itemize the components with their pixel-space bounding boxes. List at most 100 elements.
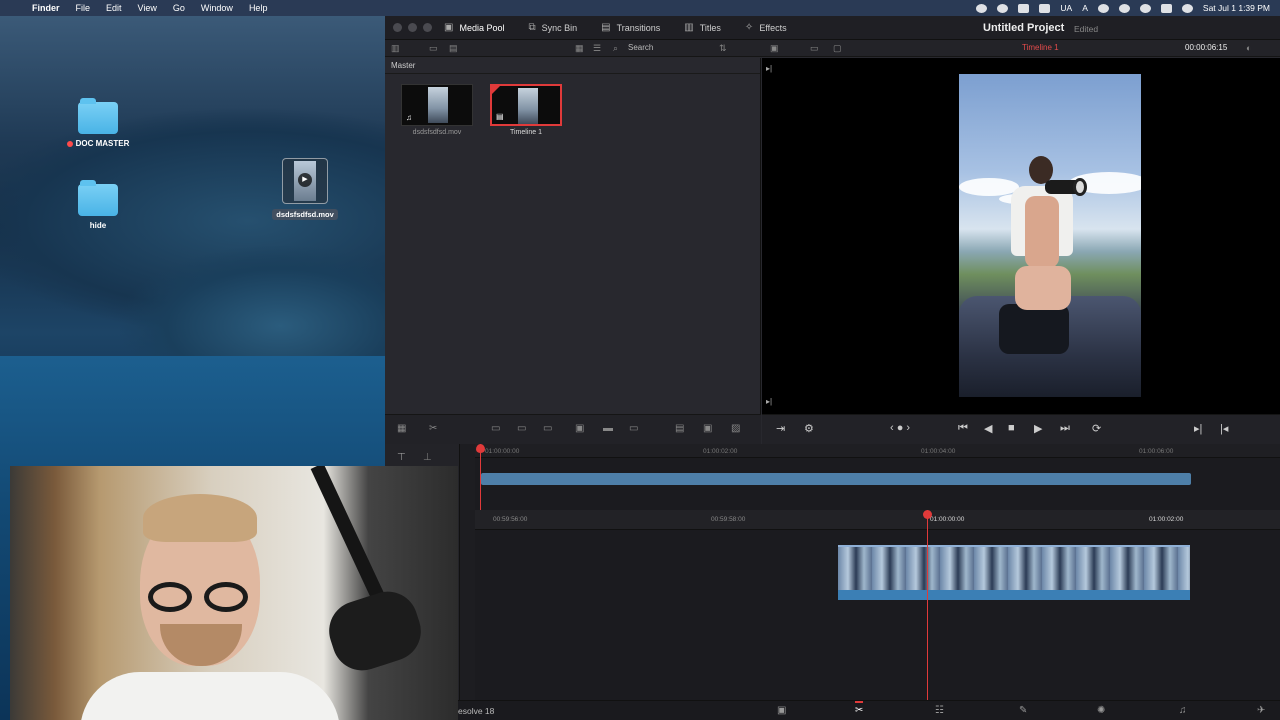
menu-view[interactable]: View — [130, 3, 165, 13]
search-icon[interactable] — [1139, 3, 1151, 13]
menubar-status-area: UA A Sat Jul 1 1:39 PM — [976, 0, 1270, 16]
mark-out-icon[interactable]: |◂ — [1220, 422, 1228, 435]
desktop-folder-hide[interactable]: hide — [53, 180, 143, 230]
dragged-video-file[interactable]: dsdsfsdfsd.mov — [272, 158, 338, 222]
diamond-icon[interactable] — [1039, 3, 1051, 13]
tab-media-pool[interactable]: ▣ Media Pool — [432, 16, 516, 40]
viewer-settings-icon[interactable]: ⚙ — [804, 422, 814, 435]
fusion-page-icon[interactable]: ✎ — [1019, 705, 1027, 716]
new-bin-icon[interactable]: ▭ — [429, 43, 438, 54]
bin-list-icon[interactable]: ▤ — [449, 43, 458, 54]
audio-note-icon: ♫ — [406, 113, 412, 122]
media-search-input[interactable]: Search — [628, 43, 653, 52]
desktop-folder-doc-master[interactable]: DOC MASTER — [53, 98, 143, 148]
ripple-overwrite-icon[interactable]: ▤ — [675, 423, 684, 434]
menubar-clock[interactable]: Sat Jul 1 1:39 PM — [1203, 3, 1270, 13]
viewer-mode-icon[interactable]: ▭ — [810, 43, 819, 54]
wifi-icon[interactable] — [1118, 3, 1130, 13]
project-title: Untitled Project — [983, 22, 1065, 34]
viewer-layout-icon[interactable]: ▣ — [770, 43, 779, 54]
place-on-top-icon[interactable]: ▬ — [603, 423, 613, 434]
sort-icon[interactable]: ⇅ — [719, 43, 727, 54]
insert-clip-icon[interactable]: ▭ — [491, 423, 500, 434]
source-overwrite-icon[interactable]: ▨ — [731, 423, 740, 434]
cut-page-icon[interactable]: ✂ — [855, 701, 864, 716]
minimize-window-button[interactable] — [408, 23, 417, 32]
close-window-button[interactable] — [393, 23, 402, 32]
jog-control-icon[interactable]: ‹ ● › — [890, 422, 910, 434]
edit-page-icon[interactable]: ☷ — [935, 705, 944, 716]
razor-icon[interactable]: ✂ — [429, 423, 437, 434]
color-page-icon[interactable]: ✺ — [1097, 705, 1105, 716]
lower-playhead[interactable] — [923, 510, 932, 700]
play-circle-icon[interactable] — [1097, 3, 1109, 13]
search-icon[interactable]: ⌕ — [613, 43, 618, 54]
clip-thumbnail: ♫ — [401, 84, 473, 126]
bin-name[interactable]: Master — [391, 61, 415, 70]
media-pool-panel: Master ♫ dsdsfsdfsd.mov ▤ Timeline 1 — [385, 58, 761, 414]
play-reverse-icon[interactable]: ◀ — [984, 422, 992, 435]
control-center-icon[interactable] — [1160, 3, 1172, 13]
menu-finder[interactable]: Finder — [24, 3, 68, 13]
timeline-viewer[interactable]: ▸| ▸| — [762, 58, 1280, 414]
microphone-shape — [321, 583, 429, 679]
go-to-start-icon[interactable]: ⏮ — [958, 422, 968, 435]
tab-effects[interactable]: ✧ Effects — [733, 16, 799, 40]
replace-clip-icon[interactable]: ▭ — [543, 423, 552, 434]
menu-edit[interactable]: Edit — [98, 3, 130, 13]
stop-icon[interactable]: ■ — [1008, 422, 1015, 434]
upper-playhead[interactable] — [476, 444, 485, 510]
loop-icon[interactable]: ⟳ — [1092, 422, 1101, 435]
zoom-window-button[interactable] — [423, 23, 432, 32]
fit-to-fill-icon[interactable]: ▣ — [575, 423, 584, 434]
lower-timeline-ruler[interactable]: 00:59:56:00 00:59:58:00 01:00:00:00 01:0… — [475, 510, 1280, 530]
siri-icon[interactable] — [1181, 3, 1193, 13]
clip-viewer-icon[interactable]: ⇥ — [776, 422, 785, 435]
video-clip-on-timeline[interactable] — [838, 545, 1190, 600]
webcam-overlay — [10, 466, 458, 720]
media-page-icon[interactable]: ▣ — [777, 705, 786, 716]
fairlight-page-icon[interactable]: ♫ — [1179, 705, 1187, 716]
track-options-icon[interactable]: ⊥ — [423, 452, 432, 463]
mark-in-icon[interactable]: ▸| — [1194, 422, 1202, 435]
media-pool-icon: ▣ — [444, 22, 454, 33]
list-view-icon[interactable]: ☰ — [593, 43, 601, 54]
menu-window[interactable]: Window — [193, 3, 241, 13]
edit-tools-bar: ▦ ✂ ▭ ▭ ▭ ▣ ▬ ▭ ▤ ▣ ▨ — [385, 414, 761, 444]
menu-file[interactable]: File — [68, 3, 99, 13]
timeline-clip[interactable]: ▤ Timeline 1 — [490, 84, 562, 136]
timeline-name-dropdown[interactable]: Timeline 1 — [1022, 43, 1059, 52]
viewer-side-arrow-icon[interactable]: ▸| — [766, 397, 772, 406]
append-icon[interactable]: ▭ — [629, 423, 638, 434]
upper-timeline-ruler[interactable]: 01:00:00:00 01:00:02:00 01:00:04:00 01:0… — [475, 444, 1280, 458]
folder-label: hide — [89, 221, 107, 230]
grid-view-icon[interactable]: ▦ — [575, 43, 584, 54]
menu-help[interactable]: Help — [241, 3, 276, 13]
timeline-options-icon[interactable]: ▦ — [397, 423, 406, 434]
presenter-hair — [143, 494, 257, 542]
display-icon[interactable] — [1018, 3, 1030, 13]
input-letter-indicator[interactable]: A — [1082, 3, 1088, 13]
tab-transitions[interactable]: ▤ Transitions — [589, 16, 672, 40]
audio-options-icon[interactable]: ◐ — [1246, 43, 1251, 53]
tab-titles[interactable]: ▥ Titles — [672, 16, 733, 40]
media-clip[interactable]: ♫ dsdsfsdfsd.mov — [401, 84, 473, 136]
viewer-side-arrow-icon[interactable]: ▸| — [766, 64, 772, 73]
go-to-end-icon[interactable]: ⏭ — [1060, 422, 1070, 435]
overwrite-clip-icon[interactable]: ▭ — [517, 423, 526, 434]
upper-timeline-clip[interactable] — [481, 473, 1191, 485]
panel-toggle-icon[interactable]: ▥ — [391, 43, 400, 54]
tab-sync-bin[interactable]: ⧉ Sync Bin — [516, 16, 589, 40]
close-up-icon[interactable]: ▣ — [703, 423, 712, 434]
chrome-icon[interactable] — [997, 3, 1009, 13]
upper-timeline-track[interactable] — [475, 458, 1280, 510]
play-icon[interactable]: ▶ — [1034, 422, 1042, 435]
record-icon[interactable] — [976, 3, 988, 13]
viewer-options-icon[interactable]: ▢ — [833, 43, 842, 54]
track-height-icon[interactable]: ⊤ — [397, 452, 406, 463]
input-source-indicator[interactable]: UA — [1060, 3, 1072, 13]
transitions-icon: ▤ — [601, 22, 611, 33]
media-pool-toolbar: ▥ ▭ ▤ ▦ ☰ ⌕ Search ⇅ ▣ ▭ ▢ Timeline 1 00… — [385, 40, 1280, 57]
menu-go[interactable]: Go — [165, 3, 193, 13]
deliver-page-icon[interactable]: ✈ — [1257, 705, 1265, 716]
